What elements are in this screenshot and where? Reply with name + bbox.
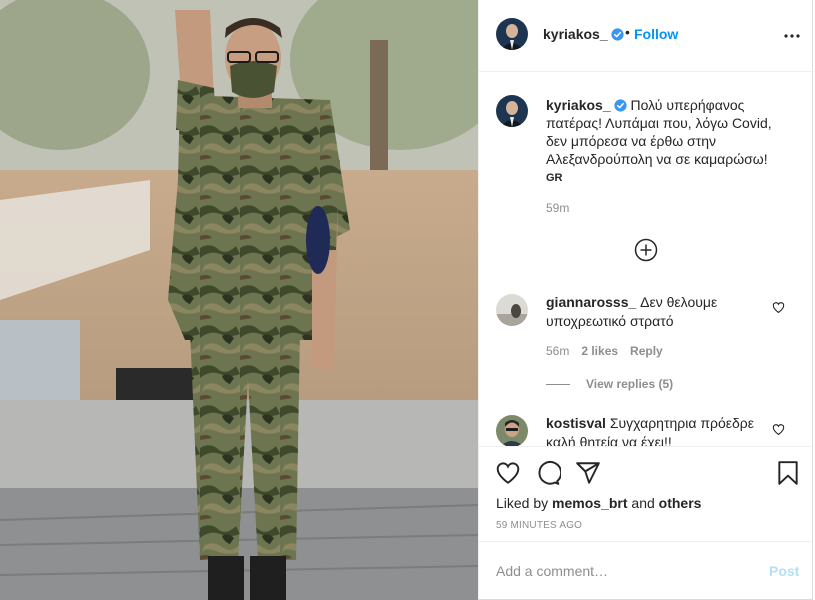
translation-tag[interactable]: GR <box>546 172 563 184</box>
comment-likes-count[interactable]: 2 likes <box>581 344 618 358</box>
liked-by-and: and <box>631 495 655 511</box>
liked-by-user[interactable]: memos_brt <box>552 495 627 511</box>
verified-badge-icon <box>614 99 627 112</box>
comment-text-block: kostisval Συγχαρητηρια πρόεδρε καλή θητε… <box>546 414 776 446</box>
commenter-avatar[interactable] <box>496 294 528 326</box>
caption-avatar-image <box>496 95 528 127</box>
like-heart-icon[interactable] <box>495 460 521 486</box>
liked-by-text: Liked by memos_brt and others <box>496 495 701 511</box>
comment-timestamp[interactable]: 56m <box>546 344 569 358</box>
commenter-avatar-image <box>496 415 528 446</box>
post-comment-button[interactable]: Post <box>769 563 799 579</box>
separator-dot: • <box>625 24 630 40</box>
comment-like-heart-icon[interactable] <box>772 301 785 314</box>
liked-by-others[interactable]: others <box>659 495 702 511</box>
replies-divider-line <box>546 384 570 386</box>
comment-meta: 56m 2 likes Reply <box>546 344 675 358</box>
save-bookmark-icon[interactable] <box>775 460 801 486</box>
add-comment-bar: Post <box>479 541 814 600</box>
view-replies-button[interactable]: View replies (5) <box>546 377 673 391</box>
caption-avatar[interactable] <box>496 95 528 127</box>
author-username[interactable]: kyriakos_ <box>543 26 624 42</box>
reply-button[interactable]: Reply <box>630 344 663 358</box>
caption-text-block: kyriakos_ Πολύ υπερήφανος πατέρας! Λυπάμ… <box>546 96 796 168</box>
post-actions: Liked by memos_brt and others 59 MINUTES… <box>479 446 814 541</box>
post-side-panel: kyriakos_ • Follow kyriakos_ Πολύ υπερήφ… <box>478 0 814 600</box>
add-comment-input[interactable] <box>496 560 756 582</box>
post-timestamp[interactable]: 59 MINUTES AGO <box>496 520 582 531</box>
comment-username[interactable]: kostisval <box>546 415 606 431</box>
liked-by-prefix: Liked by <box>496 495 549 511</box>
comments-list[interactable]: kyriakos_ Πολύ υπερήφανος πατέρας! Λυπάμ… <box>479 72 814 446</box>
follow-button[interactable]: Follow <box>634 26 678 42</box>
post-header: kyriakos_ • Follow <box>479 0 814 72</box>
soldier-photo-illustration <box>0 0 478 600</box>
instagram-post-modal: kyriakos_ • Follow kyriakos_ Πολύ υπερήφ… <box>0 0 815 600</box>
comment-like-heart-icon[interactable] <box>772 423 785 436</box>
comment-username[interactable]: giannarosss_ <box>546 294 636 310</box>
author-avatar-image <box>496 18 528 50</box>
comment-text-block: giannarosss_ Δεν θελουμε υποχρεωτικό στρ… <box>546 293 776 331</box>
comment-bubble-icon[interactable] <box>535 460 561 486</box>
post-photo[interactable] <box>0 0 478 600</box>
more-options-icon[interactable] <box>780 24 804 48</box>
caption-username[interactable]: kyriakos_ <box>546 97 611 113</box>
caption-timestamp[interactable]: 59m <box>546 201 569 215</box>
commenter-avatar-image <box>496 294 528 326</box>
author-avatar[interactable] <box>496 18 528 50</box>
plus-circle-icon[interactable] <box>634 238 658 262</box>
author-username-text[interactable]: kyriakos_ <box>543 26 608 42</box>
verified-badge-icon <box>611 28 624 41</box>
commenter-avatar[interactable] <box>496 415 528 446</box>
share-paper-plane-icon[interactable] <box>575 460 601 486</box>
view-replies-label[interactable]: View replies (5) <box>586 377 673 391</box>
